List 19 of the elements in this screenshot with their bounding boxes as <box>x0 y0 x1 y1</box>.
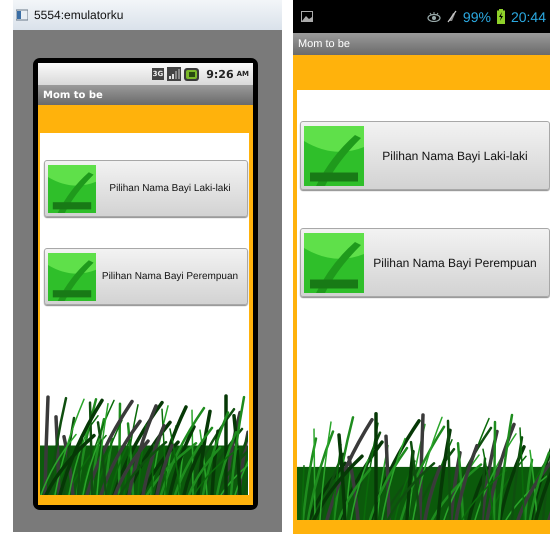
battery-percentage: 99% <box>462 8 491 24</box>
signal-icon <box>167 67 182 81</box>
image-icon <box>301 11 313 22</box>
app-logo-image <box>48 164 96 212</box>
eye-icon <box>426 12 441 22</box>
app-logo-image <box>48 252 96 300</box>
window-icon <box>16 9 28 21</box>
menu-button[interactable]: Pilihan Nama Bayi Laki-laki <box>44 160 248 217</box>
app-logo-image <box>304 232 364 292</box>
clock-time: 9:26 <box>206 68 234 80</box>
menu-button[interactable]: Pilihan Nama Bayi Perempuan <box>300 228 550 297</box>
window-title: 5554:emulatorku <box>34 8 124 22</box>
menu-button[interactable]: Pilihan Nama Bayi Perempuan <box>44 248 248 305</box>
menu-button[interactable]: Pilihan Nama Bayi Laki-laki <box>300 121 550 190</box>
app-title: Mom to be <box>43 90 103 100</box>
app-logo-image <box>304 126 364 186</box>
app-title: Mom to be <box>298 38 350 50</box>
clock-time: 20:44 <box>510 8 546 24</box>
battery-charging-icon <box>496 9 505 24</box>
